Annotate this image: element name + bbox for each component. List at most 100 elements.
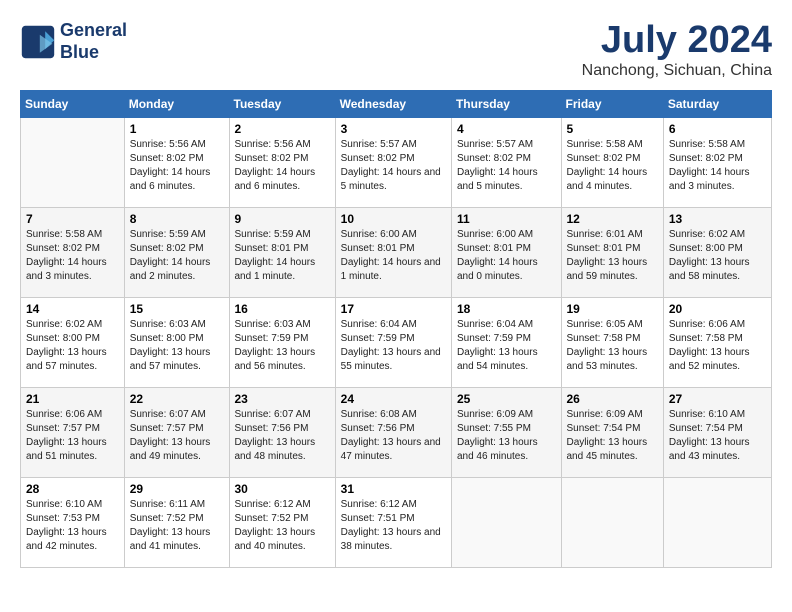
week-row-5: 28 Sunrise: 6:10 AMSunset: 7:53 PMDayligh… (21, 477, 772, 567)
day-number: 19 (567, 302, 658, 316)
day-number: 22 (130, 392, 224, 406)
day-cell: 22 Sunrise: 6:07 AMSunset: 7:57 PMDayligh… (124, 387, 229, 477)
month-year-title: July 2024 (582, 20, 772, 62)
week-row-1: 1 Sunrise: 5:56 AMSunset: 8:02 PMDaylight… (21, 117, 772, 207)
day-cell: 29 Sunrise: 6:11 AMSunset: 7:52 PMDayligh… (124, 477, 229, 567)
day-number: 8 (130, 212, 224, 226)
day-info: Sunrise: 6:02 AMSunset: 8:00 PMDaylight:… (669, 228, 766, 284)
day-info: Sunrise: 6:02 AMSunset: 8:00 PMDaylight:… (26, 318, 119, 374)
week-row-3: 14Sunrise: 6:02 AMSunset: 8:00 PMDayligh… (21, 297, 772, 387)
logo: General Blue (20, 20, 127, 63)
day-info: Sunrise: 5:57 AMSunset: 8:02 PMDaylight:… (457, 138, 556, 194)
day-number: 30 (235, 482, 330, 496)
day-info: Sunrise: 5:56 AMSunset: 8:02 PMDaylight:… (130, 138, 224, 194)
header-cell-wednesday: Wednesday (335, 90, 451, 117)
day-info: Sunrise: 6:07 AMSunset: 7:57 PMDaylight:… (130, 408, 224, 464)
day-cell: 28 Sunrise: 6:10 AMSunset: 7:53 PMDayligh… (21, 477, 125, 567)
calendar-table: SundayMondayTuesdayWednesdayThursdayFrid… (20, 90, 772, 568)
day-number: 9 (235, 212, 330, 226)
day-number: 15 (130, 302, 224, 316)
day-number: 6 (669, 122, 766, 136)
day-info: Sunrise: 6:06 AMSunset: 7:58 PMDaylight:… (669, 318, 766, 374)
day-cell (561, 477, 663, 567)
day-number: 24 (341, 392, 446, 406)
day-cell: 15 Sunrise: 6:03 AMSunset: 8:00 PMDayligh… (124, 297, 229, 387)
day-number: 17 (341, 302, 446, 316)
calendar-body: 1 Sunrise: 5:56 AMSunset: 8:02 PMDaylight… (21, 117, 772, 567)
header-cell-thursday: Thursday (451, 90, 561, 117)
day-number: 18 (457, 302, 556, 316)
day-info: Sunrise: 6:10 AMSunset: 7:53 PMDaylight:… (26, 498, 119, 554)
day-cell: 18 Sunrise: 6:04 AMSunset: 7:59 PMDayligh… (451, 297, 561, 387)
day-info: Sunrise: 6:12 AMSunset: 7:51 PMDaylight:… (341, 498, 446, 554)
day-cell: 21 Sunrise: 6:06 AMSunset: 7:57 PMDayligh… (21, 387, 125, 477)
day-cell: 12 Sunrise: 6:01 AMSunset: 8:01 PMDayligh… (561, 207, 663, 297)
day-info: Sunrise: 6:07 AMSunset: 7:56 PMDaylight:… (235, 408, 330, 464)
day-info: Sunrise: 6:11 AMSunset: 7:52 PMDaylight:… (130, 498, 224, 554)
day-cell: 20 Sunrise: 6:06 AMSunset: 7:58 PMDayligh… (663, 297, 771, 387)
logo-text: General Blue (60, 20, 127, 63)
day-cell: 8Sunrise: 5:59 AMSunset: 8:02 PMDaylight… (124, 207, 229, 297)
day-cell: 14Sunrise: 6:02 AMSunset: 8:00 PMDayligh… (21, 297, 125, 387)
day-cell (663, 477, 771, 567)
day-cell: 26Sunrise: 6:09 AMSunset: 7:54 PMDayligh… (561, 387, 663, 477)
day-number: 10 (341, 212, 446, 226)
day-number: 31 (341, 482, 446, 496)
day-number: 29 (130, 482, 224, 496)
day-number: 1 (130, 122, 224, 136)
day-number: 7 (26, 212, 119, 226)
day-number: 16 (235, 302, 330, 316)
header-row: SundayMondayTuesdayWednesdayThursdayFrid… (21, 90, 772, 117)
day-info: Sunrise: 5:58 AMSunset: 8:02 PMDaylight:… (26, 228, 119, 284)
day-info: Sunrise: 5:58 AMSunset: 8:02 PMDaylight:… (567, 138, 658, 194)
day-number: 21 (26, 392, 119, 406)
day-info: Sunrise: 6:00 AMSunset: 8:01 PMDaylight:… (457, 228, 556, 284)
day-cell: 11 Sunrise: 6:00 AMSunset: 8:01 PMDayligh… (451, 207, 561, 297)
day-number: 27 (669, 392, 766, 406)
day-info: Sunrise: 5:58 AMSunset: 8:02 PMDaylight:… (669, 138, 766, 194)
week-row-4: 21 Sunrise: 6:06 AMSunset: 7:57 PMDayligh… (21, 387, 772, 477)
day-cell: 3Sunrise: 5:57 AMSunset: 8:02 PMDaylight… (335, 117, 451, 207)
day-cell (21, 117, 125, 207)
day-info: Sunrise: 6:08 AMSunset: 7:56 PMDaylight:… (341, 408, 446, 464)
day-cell: 7 Sunrise: 5:58 AMSunset: 8:02 PMDaylight… (21, 207, 125, 297)
day-cell: 2Sunrise: 5:56 AMSunset: 8:02 PMDaylight… (229, 117, 335, 207)
day-number: 5 (567, 122, 658, 136)
day-cell: 6 Sunrise: 5:58 AMSunset: 8:02 PMDaylight… (663, 117, 771, 207)
day-info: Sunrise: 5:56 AMSunset: 8:02 PMDaylight:… (235, 138, 330, 194)
day-number: 4 (457, 122, 556, 136)
day-info: Sunrise: 6:10 AMSunset: 7:54 PMDaylight:… (669, 408, 766, 464)
day-number: 20 (669, 302, 766, 316)
day-number: 26 (567, 392, 658, 406)
day-info: Sunrise: 6:05 AMSunset: 7:58 PMDaylight:… (567, 318, 658, 374)
day-info: Sunrise: 6:06 AMSunset: 7:57 PMDaylight:… (26, 408, 119, 464)
day-info: Sunrise: 6:04 AMSunset: 7:59 PMDaylight:… (457, 318, 556, 374)
day-cell: 10 Sunrise: 6:00 AMSunset: 8:01 PMDayligh… (335, 207, 451, 297)
day-info: Sunrise: 6:03 AMSunset: 7:59 PMDaylight:… (235, 318, 330, 374)
title-block: July 2024 Nanchong, Sichuan, China (582, 20, 772, 80)
header-cell-friday: Friday (561, 90, 663, 117)
day-cell: 1 Sunrise: 5:56 AMSunset: 8:02 PMDaylight… (124, 117, 229, 207)
day-info: Sunrise: 6:04 AMSunset: 7:59 PMDaylight:… (341, 318, 446, 374)
location-subtitle: Nanchong, Sichuan, China (582, 62, 772, 80)
day-number: 28 (26, 482, 119, 496)
day-cell: 24 Sunrise: 6:08 AMSunset: 7:56 PMDayligh… (335, 387, 451, 477)
day-cell: 25Sunrise: 6:09 AMSunset: 7:55 PMDayligh… (451, 387, 561, 477)
header-cell-sunday: Sunday (21, 90, 125, 117)
day-info: Sunrise: 5:59 AMSunset: 8:01 PMDaylight:… (235, 228, 330, 284)
day-info: Sunrise: 5:57 AMSunset: 8:02 PMDaylight:… (341, 138, 446, 194)
day-cell: 5 Sunrise: 5:58 AMSunset: 8:02 PMDaylight… (561, 117, 663, 207)
day-info: Sunrise: 6:00 AMSunset: 8:01 PMDaylight:… (341, 228, 446, 284)
day-cell: 23Sunrise: 6:07 AMSunset: 7:56 PMDayligh… (229, 387, 335, 477)
calendar-header: SundayMondayTuesdayWednesdayThursdayFrid… (21, 90, 772, 117)
day-info: Sunrise: 6:12 AMSunset: 7:52 PMDaylight:… (235, 498, 330, 554)
day-number: 11 (457, 212, 556, 226)
day-cell: 16 Sunrise: 6:03 AMSunset: 7:59 PMDayligh… (229, 297, 335, 387)
day-cell (451, 477, 561, 567)
day-cell: 9 Sunrise: 5:59 AMSunset: 8:01 PMDaylight… (229, 207, 335, 297)
day-cell: 13Sunrise: 6:02 AMSunset: 8:00 PMDayligh… (663, 207, 771, 297)
day-info: Sunrise: 6:01 AMSunset: 8:01 PMDaylight:… (567, 228, 658, 284)
day-number: 12 (567, 212, 658, 226)
day-info: Sunrise: 6:09 AMSunset: 7:55 PMDaylight:… (457, 408, 556, 464)
day-info: Sunrise: 6:03 AMSunset: 8:00 PMDaylight:… (130, 318, 224, 374)
